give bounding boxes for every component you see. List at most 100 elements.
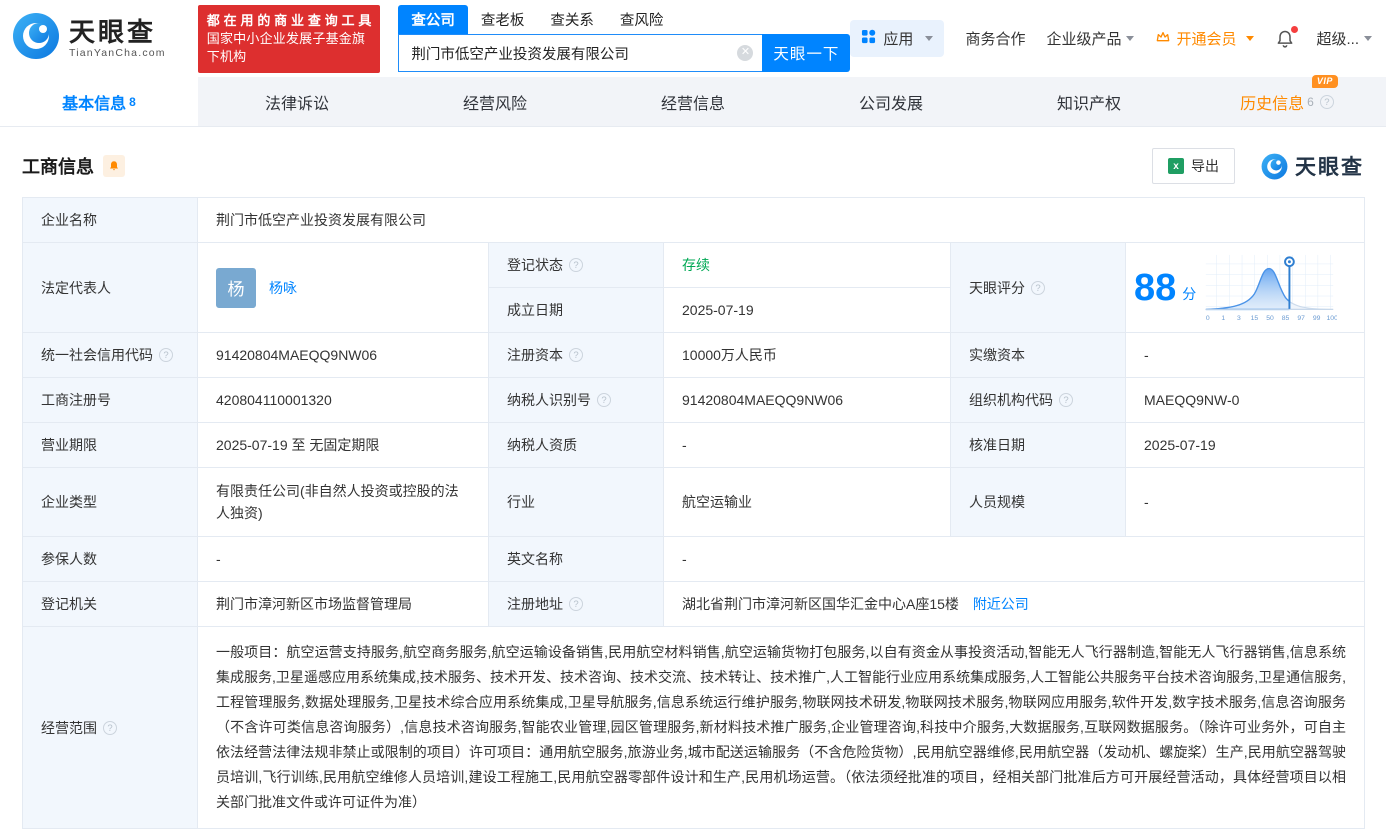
help-icon[interactable]: ?: [569, 348, 583, 362]
top-header: 天眼查 TianYanCha.com 都在用的商业查询工具 国家中小企业发展子基…: [0, 0, 1386, 77]
help-icon[interactable]: ?: [1059, 393, 1073, 407]
table-row: 企业名称 荆门市低空产业投资发展有限公司: [22, 197, 1366, 243]
field-label: 英文名称: [488, 536, 664, 582]
staff-size-value: -: [1124, 467, 1366, 537]
tab-basic-info[interactable]: 基本信息 8: [0, 77, 198, 126]
help-icon[interactable]: ?: [569, 258, 583, 272]
svg-text:100: 100: [1327, 315, 1337, 322]
tianyancha-logo-icon: [12, 12, 60, 65]
field-label: 组织机构代码?: [950, 377, 1126, 423]
help-icon[interactable]: ?: [103, 720, 117, 735]
field-label: 营业期限: [22, 422, 198, 468]
approve-date-value: 2025-07-19: [1124, 422, 1366, 468]
field-label: 纳税人识别号?: [488, 377, 664, 423]
field-label: 人员规模: [950, 467, 1126, 537]
industry-value: 航空运输业: [663, 467, 951, 537]
reg-status-value: 存续: [663, 242, 951, 288]
help-icon[interactable]: ?: [1031, 280, 1045, 295]
promo-banner: 都在用的商业查询工具 国家中小企业发展子基金旗下机构: [197, 4, 381, 73]
nav-enterprise-products[interactable]: 企业级产品: [1046, 28, 1135, 49]
help-icon[interactable]: ?: [569, 597, 583, 611]
table-row: 经营范围? 一般项目：航空运营支持服务,航空商务服务,航空运输设备销售,民用航空…: [22, 626, 1366, 829]
legal-rep-cell: 杨 杨咏: [197, 242, 489, 333]
table-row: 法定代表人 杨 杨咏 登记状态? 存续 天眼评分? 88 分 0 1 3 15 …: [22, 242, 1366, 333]
notification-bell[interactable]: [1275, 25, 1299, 49]
svg-text:97: 97: [1298, 315, 1306, 322]
table-row: 企业类型 有限责任公司(非自然人投资或控股的法人独资) 行业 航空运输业 人员规…: [22, 467, 1366, 537]
nearby-companies-link[interactable]: 附近公司: [973, 596, 1029, 612]
nav-open-vip[interactable]: 开通会员: [1155, 28, 1255, 49]
section-title: 工商信息: [22, 157, 94, 177]
tianyancha-logo[interactable]: 天眼查 TianYanCha.com: [12, 12, 166, 65]
search-tab-boss[interactable]: 查老板: [468, 5, 538, 34]
score-value: 88: [1134, 266, 1177, 309]
tab-history-info[interactable]: 历史信息 6 ? VIP: [1188, 74, 1386, 126]
field-label: 法定代表人: [22, 242, 198, 333]
help-icon[interactable]: ?: [597, 393, 611, 407]
field-label: 登记机关: [22, 581, 198, 627]
company-type-value: 有限责任公司(非自然人投资或控股的法人独资): [197, 467, 489, 537]
tab-history-count: 6: [1307, 94, 1314, 109]
subscribe-bell-button[interactable]: [103, 155, 125, 177]
bell-icon: [110, 161, 118, 171]
score-cell: 88 分 0 1 3 15 50 85 97 99 100: [1124, 242, 1366, 333]
nav-enterprise-label: 企业级产品: [1046, 31, 1122, 48]
export-button[interactable]: x 导出: [1152, 148, 1235, 184]
field-label: 成立日期: [488, 287, 664, 333]
search-input[interactable]: [399, 35, 763, 71]
field-label: 登记状态?: [488, 242, 664, 288]
excel-icon: x: [1168, 158, 1184, 174]
brand-domain: TianYanCha.com: [69, 46, 166, 59]
crown-icon: [1155, 29, 1171, 49]
search-input-wrap: ✕: [398, 34, 763, 72]
help-icon[interactable]: ?: [159, 348, 173, 362]
search-button[interactable]: 天眼一下: [762, 34, 851, 72]
establish-date-value: 2025-07-19: [663, 287, 951, 333]
search-tab-relation[interactable]: 查关系: [537, 5, 607, 34]
field-label: 企业名称: [22, 197, 198, 243]
detail-tabs: 基本信息 8 法律诉讼 经营风险 经营信息 公司发展 知识产权 历史信息 6 ?…: [0, 74, 1386, 127]
tab-basic-info-count: 8: [129, 94, 136, 109]
score-unit: 分: [1182, 285, 1197, 302]
table-row: 营业期限 2025-07-19 至 无固定期限 纳税人资质 - 核准日期 202…: [22, 422, 1366, 468]
avatar[interactable]: 杨: [216, 267, 256, 308]
nav-cooperation[interactable]: 商务合作: [965, 28, 1025, 49]
tab-legal-litigation[interactable]: 法律诉讼: [198, 77, 396, 126]
svg-text:85: 85: [1282, 315, 1290, 322]
tab-operation-risk[interactable]: 经营风险: [396, 77, 594, 126]
org-code-value: MAEQQ9NW-0: [1124, 377, 1366, 423]
search-block: 查公司 查老板 查关系 查风险 ✕ 天眼一下: [398, 5, 851, 72]
english-name-value: -: [662, 536, 1366, 582]
tab-basic-info-label: 基本信息: [62, 95, 127, 113]
tab-company-development[interactable]: 公司发展: [792, 77, 990, 126]
svg-text:99: 99: [1313, 315, 1321, 322]
score-distribution-chart: 0 1 3 15 50 85 97 99 100: [1206, 254, 1337, 322]
legal-rep-link[interactable]: 杨咏: [269, 278, 297, 298]
table-row: 参保人数 - 英文名称 -: [22, 536, 1366, 582]
tab-operation-info[interactable]: 经营信息: [594, 77, 792, 126]
field-label: 工商注册号: [22, 377, 198, 423]
field-label: 纳税人资质: [488, 422, 664, 468]
chevron-down-icon: [925, 36, 934, 41]
field-label: 核准日期: [950, 422, 1126, 468]
search-tab-risk[interactable]: 查风险: [607, 5, 677, 34]
reg-org-value: 荆门市漳河新区市场监督管理局: [197, 581, 489, 627]
watermark-brand: 天眼查: [1295, 156, 1364, 179]
watermark-logo: 天眼查: [1261, 151, 1364, 181]
svg-text:50: 50: [1266, 315, 1274, 322]
tab-intellectual-property[interactable]: 知识产权: [990, 77, 1188, 126]
term-value: 2025-07-19 至 无固定期限: [197, 422, 489, 468]
svg-text:3: 3: [1237, 315, 1241, 322]
svg-text:15: 15: [1251, 315, 1259, 322]
nav-user-menu[interactable]: 超级...: [1316, 28, 1372, 49]
tianyancha-logo-icon: [1261, 153, 1288, 179]
nav-apps[interactable]: 应用: [850, 20, 945, 57]
help-icon[interactable]: ?: [1319, 94, 1334, 109]
reg-capital-value: 10000万人民币: [663, 332, 951, 378]
insured-num-value: -: [197, 536, 489, 582]
search-tab-company[interactable]: 查公司: [398, 5, 468, 34]
field-label: 注册资本?: [488, 332, 664, 378]
table-row: 工商注册号 420804110001320 纳税人识别号? 91420804MA…: [22, 377, 1366, 423]
clear-search-icon[interactable]: ✕: [737, 45, 754, 61]
reg-no-value: 420804110001320: [197, 377, 489, 423]
